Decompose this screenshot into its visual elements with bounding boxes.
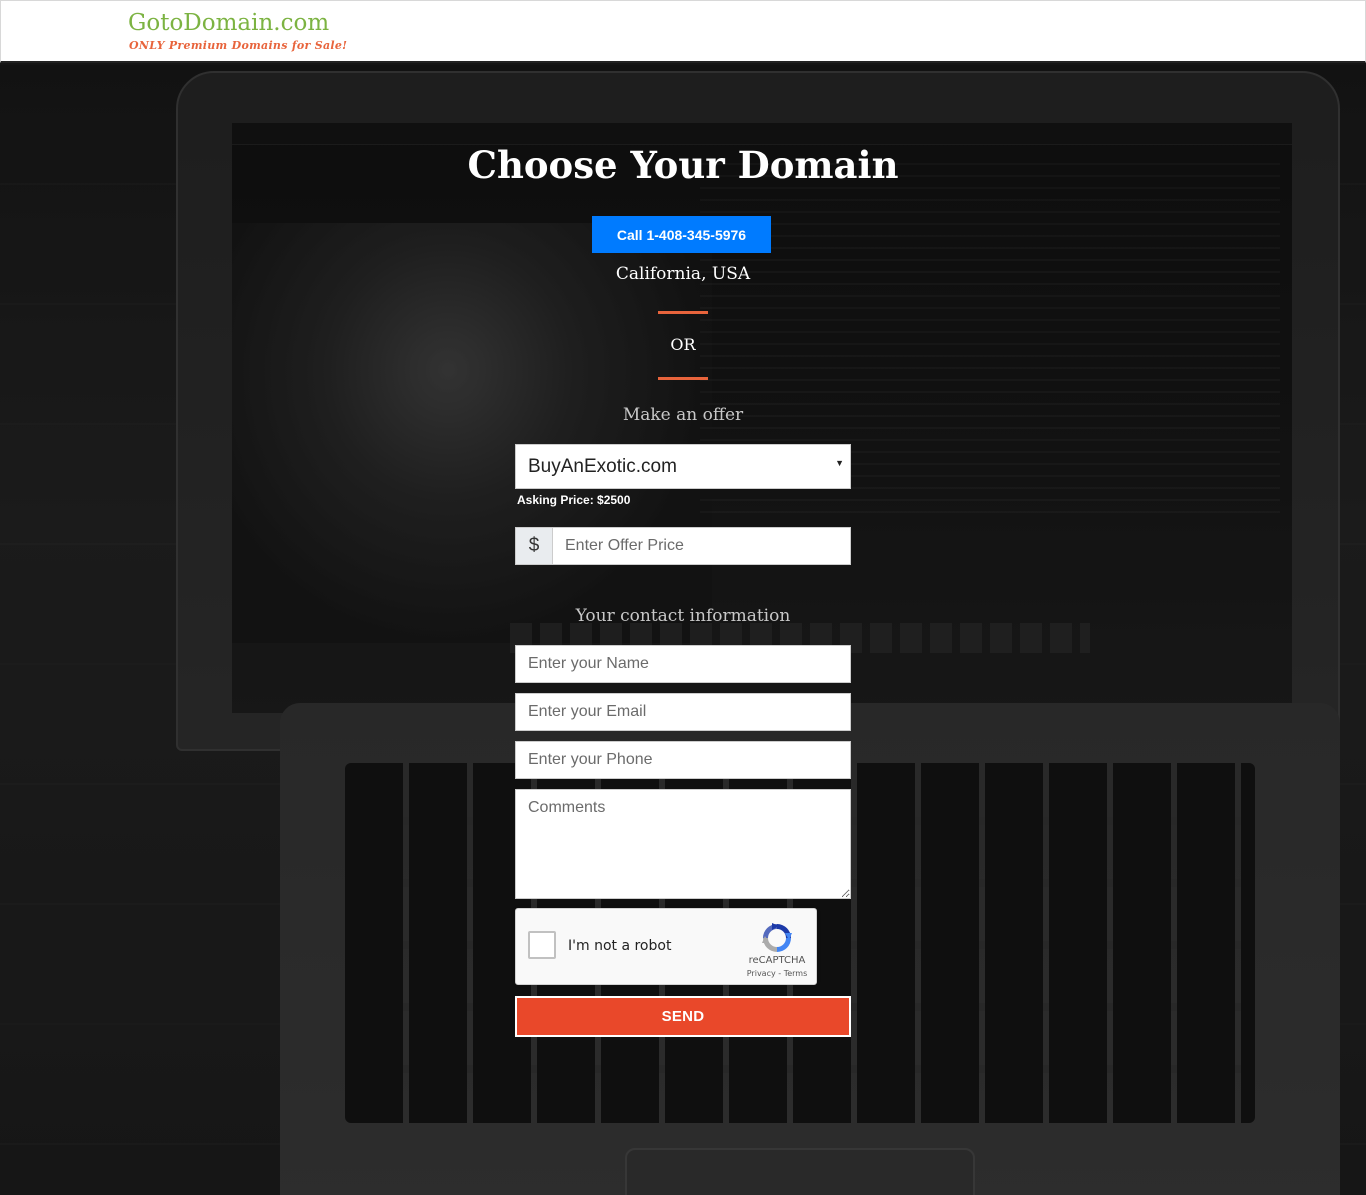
comments-field[interactable] [515, 789, 851, 899]
dollar-sign-icon: $ [516, 528, 553, 564]
contact-heading: Your contact information [575, 606, 791, 626]
offer-heading: Make an offer [622, 405, 744, 425]
domain-select-value: BuyAnExotic.com [528, 455, 677, 477]
or-divider-top [658, 311, 708, 314]
recaptcha-checkbox[interactable] [528, 931, 556, 959]
recaptcha-widget: I'm not a robot reCAPTCHA Privacy - Term… [515, 908, 817, 985]
recaptcha-brand: reCAPTCHA [748, 955, 806, 966]
or-text: OR [670, 335, 696, 354]
page-title: Choose Your Domain [467, 143, 899, 187]
send-button[interactable]: SEND [515, 996, 851, 1037]
recaptcha-label: I'm not a robot [568, 938, 672, 954]
recaptcha-privacy-terms-link[interactable]: Privacy - Terms [744, 969, 810, 978]
chevron-down-icon: ▼ [835, 458, 844, 468]
call-button[interactable]: Call 1-408-345-5976 [592, 216, 771, 253]
offer-price-input[interactable] [553, 528, 850, 564]
email-field[interactable] [515, 693, 851, 731]
name-field[interactable] [515, 645, 851, 683]
or-divider-bottom [658, 377, 708, 380]
location-text: California, USA [615, 264, 751, 284]
offer-form-section: Choose Your Domain Call 1-408-345-5976 C… [0, 0, 1366, 1195]
recaptcha-logo-icon [762, 923, 792, 952]
phone-field[interactable] [515, 741, 851, 779]
domain-select[interactable]: BuyAnExotic.com ▼ [515, 444, 851, 489]
asking-price: Asking Price: $2500 [517, 493, 631, 507]
offer-price-group: $ [515, 527, 851, 565]
